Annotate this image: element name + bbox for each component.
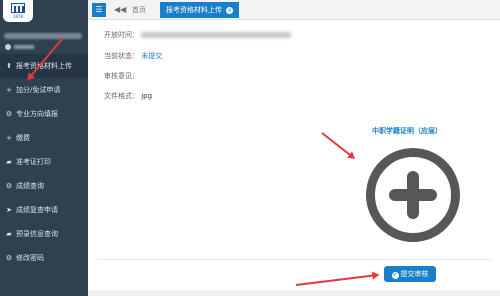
gear-icon: ⚙ [5, 182, 13, 190]
plus-icon: + [6, 86, 12, 94]
sidebar-item-8[interactable]: ▰ 预录信息查询 [0, 222, 88, 246]
sidebar: 1978 ⬆ 报考资格材料上传 + 加分/免试申请 ⚙ 专业方向填报 + 缴费 ▰ 准考证打印 ⚙ 成… [0, 0, 88, 296]
gear-icon: ⚙ [5, 254, 13, 262]
sidebar-item-9[interactable]: ⚙ 修改密码 [0, 246, 88, 270]
open-time-label: 开放时间： [104, 31, 139, 39]
sidebar-item-label: 成绩复查申请 [16, 206, 58, 214]
upload-icon: ⬆ [6, 62, 12, 70]
logo-year: 1978 [12, 14, 24, 19]
sidebar-item-2[interactable]: + 加分/免试申请 [0, 78, 88, 102]
check-circle-icon: ✔ [391, 272, 399, 279]
sidebar-item-label: 准考证打印 [16, 158, 51, 166]
school-logo: 1978 [3, 0, 33, 22]
sidebar-item-label: 预录信息查询 [16, 230, 58, 238]
sidebar-item-4[interactable]: + 缴费 [0, 126, 88, 150]
car-icon: ▰ [6, 158, 12, 166]
sidebar-item-6[interactable]: ⚙ 成绩查询 [0, 174, 88, 198]
format-value: jpg [141, 92, 153, 100]
close-icon[interactable]: × [226, 7, 233, 14]
open-time-value-redacted [141, 32, 292, 38]
sidebar-item-label: 专业方向填报 [16, 110, 58, 118]
user-name-redacted [5, 44, 35, 50]
annotation-arrow-submit [295, 274, 378, 286]
review-label: 审核意见： [104, 72, 139, 80]
divider [98, 259, 492, 260]
sidebar-item-3[interactable]: ⚙ 专业方向填报 [0, 102, 88, 126]
submit-review-label: 提交审核 [400, 270, 429, 278]
gear-icon: ⚙ [5, 110, 13, 118]
plus-icon: + [6, 134, 12, 142]
user-icon [5, 44, 11, 50]
status-value: 未提交 [141, 52, 163, 60]
add-circle-icon[interactable] [366, 148, 460, 242]
logo-emblem [11, 3, 25, 13]
sidebar-item-5[interactable]: ▰ 准考证打印 [0, 150, 88, 174]
upload-card-title: 中职学籍证明（应届） [372, 127, 442, 135]
sidebar-item-label: 缴费 [16, 134, 30, 142]
car-icon: ▰ [6, 230, 12, 238]
menu-toggle-icon[interactable]: ☰ [92, 3, 106, 17]
tab-bar: ☰ ◀◀ 首页 报考资格材料上传 × [88, 0, 500, 20]
status-label: 当前状态： [104, 52, 139, 60]
sidebar-item-label: 报考资格材料上传 [16, 62, 72, 70]
footer-bar [88, 290, 500, 296]
status-row: 当前状态： 未提交 [104, 51, 162, 61]
tab-upload-materials-label: 报考资格材料上传 [166, 6, 222, 14]
submit-review-button[interactable]: ✔ 提交审核 [384, 266, 436, 282]
send-icon: ➤ [6, 206, 12, 214]
format-label: 文件格式： [104, 92, 139, 100]
back-arrows-icon[interactable]: ◀◀ [114, 3, 126, 17]
review-row: 审核意见： [104, 71, 139, 81]
sidebar-item-label: 加分/免试申请 [16, 86, 61, 94]
format-row: 文件格式： jpg [104, 91, 152, 101]
sidebar-item-label: 成绩查询 [16, 182, 44, 190]
sidebar-item-7[interactable]: ➤ 成绩复查申请 [0, 198, 88, 222]
sidebar-item-label: 修改密码 [16, 254, 44, 262]
tab-upload-materials[interactable]: 报考资格材料上传 × [160, 2, 239, 18]
tab-home[interactable]: 首页 [132, 3, 146, 17]
annotation-arrow-upload [321, 132, 355, 159]
open-time-row: 开放时间： [104, 30, 292, 40]
user-id-redacted [4, 33, 82, 39]
